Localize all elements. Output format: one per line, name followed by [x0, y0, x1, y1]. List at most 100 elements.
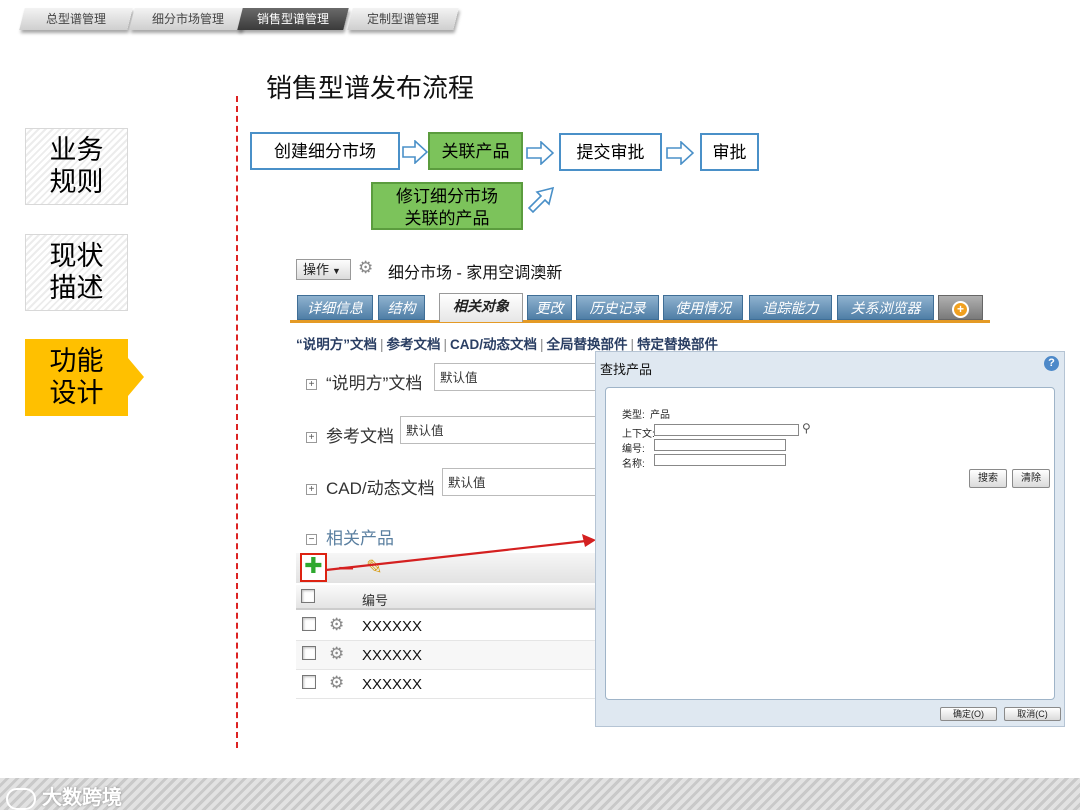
nav-label-line1: 现状: [49, 241, 104, 272]
top-tab-label: 定制型谱管理: [366, 12, 439, 26]
nav-label-line1: 功能: [49, 346, 104, 377]
vertical-divider: [236, 96, 238, 748]
link-reference-docs[interactable]: 参考文档: [387, 337, 441, 352]
cancel-button[interactable]: 取消(C): [1004, 707, 1061, 721]
brand-watermark: 大数跨境: [6, 781, 122, 810]
number-input[interactable]: [654, 439, 786, 451]
flow-arrow-diagonal-icon: [527, 186, 555, 214]
nav-label-line2: 规则: [49, 167, 104, 198]
tab-changes[interactable]: 更改: [527, 295, 572, 320]
link-global-substitute[interactable]: 全局替换部件: [547, 337, 628, 352]
collapse-icon[interactable]: −: [306, 534, 317, 546]
operate-dropdown-label: 操作: [303, 262, 330, 277]
find-product-dialog: 查找产品 ? 类型: 产品 上下文: ⚲ 编号: 名称: 搜索 清除 确定(O)…: [595, 351, 1065, 727]
gear-icon[interactable]: ⚙: [329, 673, 344, 693]
expand-icon[interactable]: +: [306, 379, 317, 391]
add-tab-icon: +: [952, 300, 969, 318]
gear-icon[interactable]: ⚙: [329, 615, 344, 635]
nav-label-line2: 描述: [49, 273, 104, 304]
operate-dropdown[interactable]: 操作 ▼: [296, 259, 351, 280]
view-select-explanatory[interactable]: 默认值: [434, 363, 598, 391]
top-tab-label: 总型谱管理: [45, 12, 106, 26]
table-row[interactable]: ⚙ XXXXXX: [296, 670, 596, 699]
tab-relationship-browser[interactable]: 关系浏览器: [837, 295, 934, 320]
flow-step-create-segment: 创建细分市场: [250, 132, 400, 170]
section-cad-docs[interactable]: + CAD/动态文档: [306, 474, 435, 499]
tab-related-objects[interactable]: 相关对象: [439, 293, 523, 322]
nav-label-line2: 设计: [49, 378, 104, 409]
table-row[interactable]: ⚙ XXXXXX: [296, 612, 596, 641]
section-reference-docs[interactable]: + 参考文档: [306, 422, 394, 447]
flow-step-revise-line2: 关联的产品: [404, 209, 490, 229]
flow-step-approve: 审批: [700, 133, 759, 171]
expand-icon[interactable]: +: [306, 432, 317, 444]
flow-step-submit-approval: 提交审批: [559, 133, 662, 171]
top-tab-label: 细分市场管理: [151, 12, 224, 26]
dialog-title: 查找产品: [600, 362, 653, 377]
clear-button[interactable]: 清除: [1012, 469, 1050, 488]
section-label: CAD/动态文档: [326, 479, 435, 498]
row-checkbox[interactable]: [302, 646, 316, 660]
ok-button[interactable]: 确定(O): [940, 707, 997, 721]
dialog-search-panel: 类型: 产品 上下文: ⚲ 编号: 名称: 搜索 清除: [605, 387, 1055, 700]
context-title: 细分市场 - 家用空调澳新: [388, 265, 563, 282]
type-value: 产品: [650, 410, 670, 421]
tab-usage[interactable]: 使用情况: [663, 295, 743, 320]
row-checkbox[interactable]: [302, 617, 316, 631]
object-tab-bar: 详细信息 结构 相关对象 更改 历史记录 使用情况 追踪能力 关系浏览器 +: [290, 293, 990, 323]
table-row[interactable]: ⚙ XXXXXX: [296, 641, 596, 670]
top-tab-custom[interactable]: 定制型谱管理: [347, 8, 459, 30]
help-icon[interactable]: ?: [1044, 356, 1059, 371]
row-number: XXXXXX: [362, 618, 423, 635]
flow-arrow-icon: [526, 141, 554, 165]
link-explanatory-docs[interactable]: “说明方”文档: [296, 337, 377, 352]
page-title: 销售型谱发布流程: [266, 74, 475, 104]
row-checkbox[interactable]: [302, 675, 316, 689]
context-label: 上下文:: [622, 429, 655, 440]
flow-arrow-icon: [666, 141, 694, 165]
link-cad-docs[interactable]: CAD/动态文档: [450, 337, 537, 352]
select-all-checkbox[interactable]: [301, 589, 315, 603]
red-pointer-arrow-icon: [325, 534, 596, 572]
flow-step-link-products: 关联产品: [428, 132, 523, 170]
top-tab-segment[interactable]: 细分市场管理: [129, 8, 247, 30]
flow-step-revise: 修订细分市场 关联的产品: [371, 182, 523, 230]
tab-details[interactable]: 详细信息: [297, 295, 373, 320]
row-number: XXXXXX: [362, 676, 423, 693]
chevron-down-icon: ▼: [332, 266, 341, 276]
tab-traceability[interactable]: 追踪能力: [749, 295, 832, 320]
grid-header: [296, 585, 596, 610]
nav-current-state[interactable]: 现状 描述: [25, 234, 128, 311]
gear-icon: ⚙: [358, 258, 374, 277]
type-label: 类型:: [622, 410, 645, 421]
context-input[interactable]: [654, 424, 799, 436]
footer-band: 大数跨境: [0, 778, 1080, 810]
tab-structure[interactable]: 结构: [378, 295, 425, 320]
related-object-links: “说明方”文档 | 参考文档 | CAD/动态文档 | 全局替换部件 | 特定替换部件: [296, 337, 719, 352]
brand-text: 大数跨境: [42, 785, 122, 809]
top-tab-overall[interactable]: 总型谱管理: [19, 8, 133, 30]
flow-arrow-icon: [402, 140, 428, 164]
top-tab-label: 销售型谱管理: [256, 12, 329, 26]
tab-add[interactable]: +: [938, 295, 983, 320]
view-select-reference[interactable]: 默认值: [400, 416, 598, 444]
tab-history[interactable]: 历史记录: [576, 295, 659, 320]
name-label: 名称:: [622, 459, 645, 470]
link-specific-substitute[interactable]: 特定替换部件: [637, 337, 718, 352]
section-label: 参考文档: [326, 427, 394, 446]
column-header-number[interactable]: 编号: [362, 590, 388, 609]
section-label: “说明方”文档: [326, 374, 423, 393]
search-button[interactable]: 搜索: [969, 469, 1007, 488]
expand-icon[interactable]: +: [306, 484, 317, 496]
nav-label-line1: 业务: [49, 135, 104, 166]
nav-business-rules[interactable]: 业务 规则: [25, 128, 128, 205]
top-tab-sales[interactable]: 销售型谱管理: [237, 8, 349, 30]
search-icon[interactable]: ⚲: [802, 421, 811, 435]
name-input[interactable]: [654, 454, 786, 466]
nav-function-design[interactable]: 功能 设计: [25, 339, 128, 416]
flow-step-revise-line1: 修订细分市场: [396, 187, 498, 207]
section-explanatory-docs[interactable]: + “说明方”文档: [306, 369, 422, 394]
gear-icon[interactable]: ⚙: [329, 644, 344, 664]
row-number: XXXXXX: [362, 647, 423, 664]
view-select-cad[interactable]: 默认值: [442, 468, 598, 496]
